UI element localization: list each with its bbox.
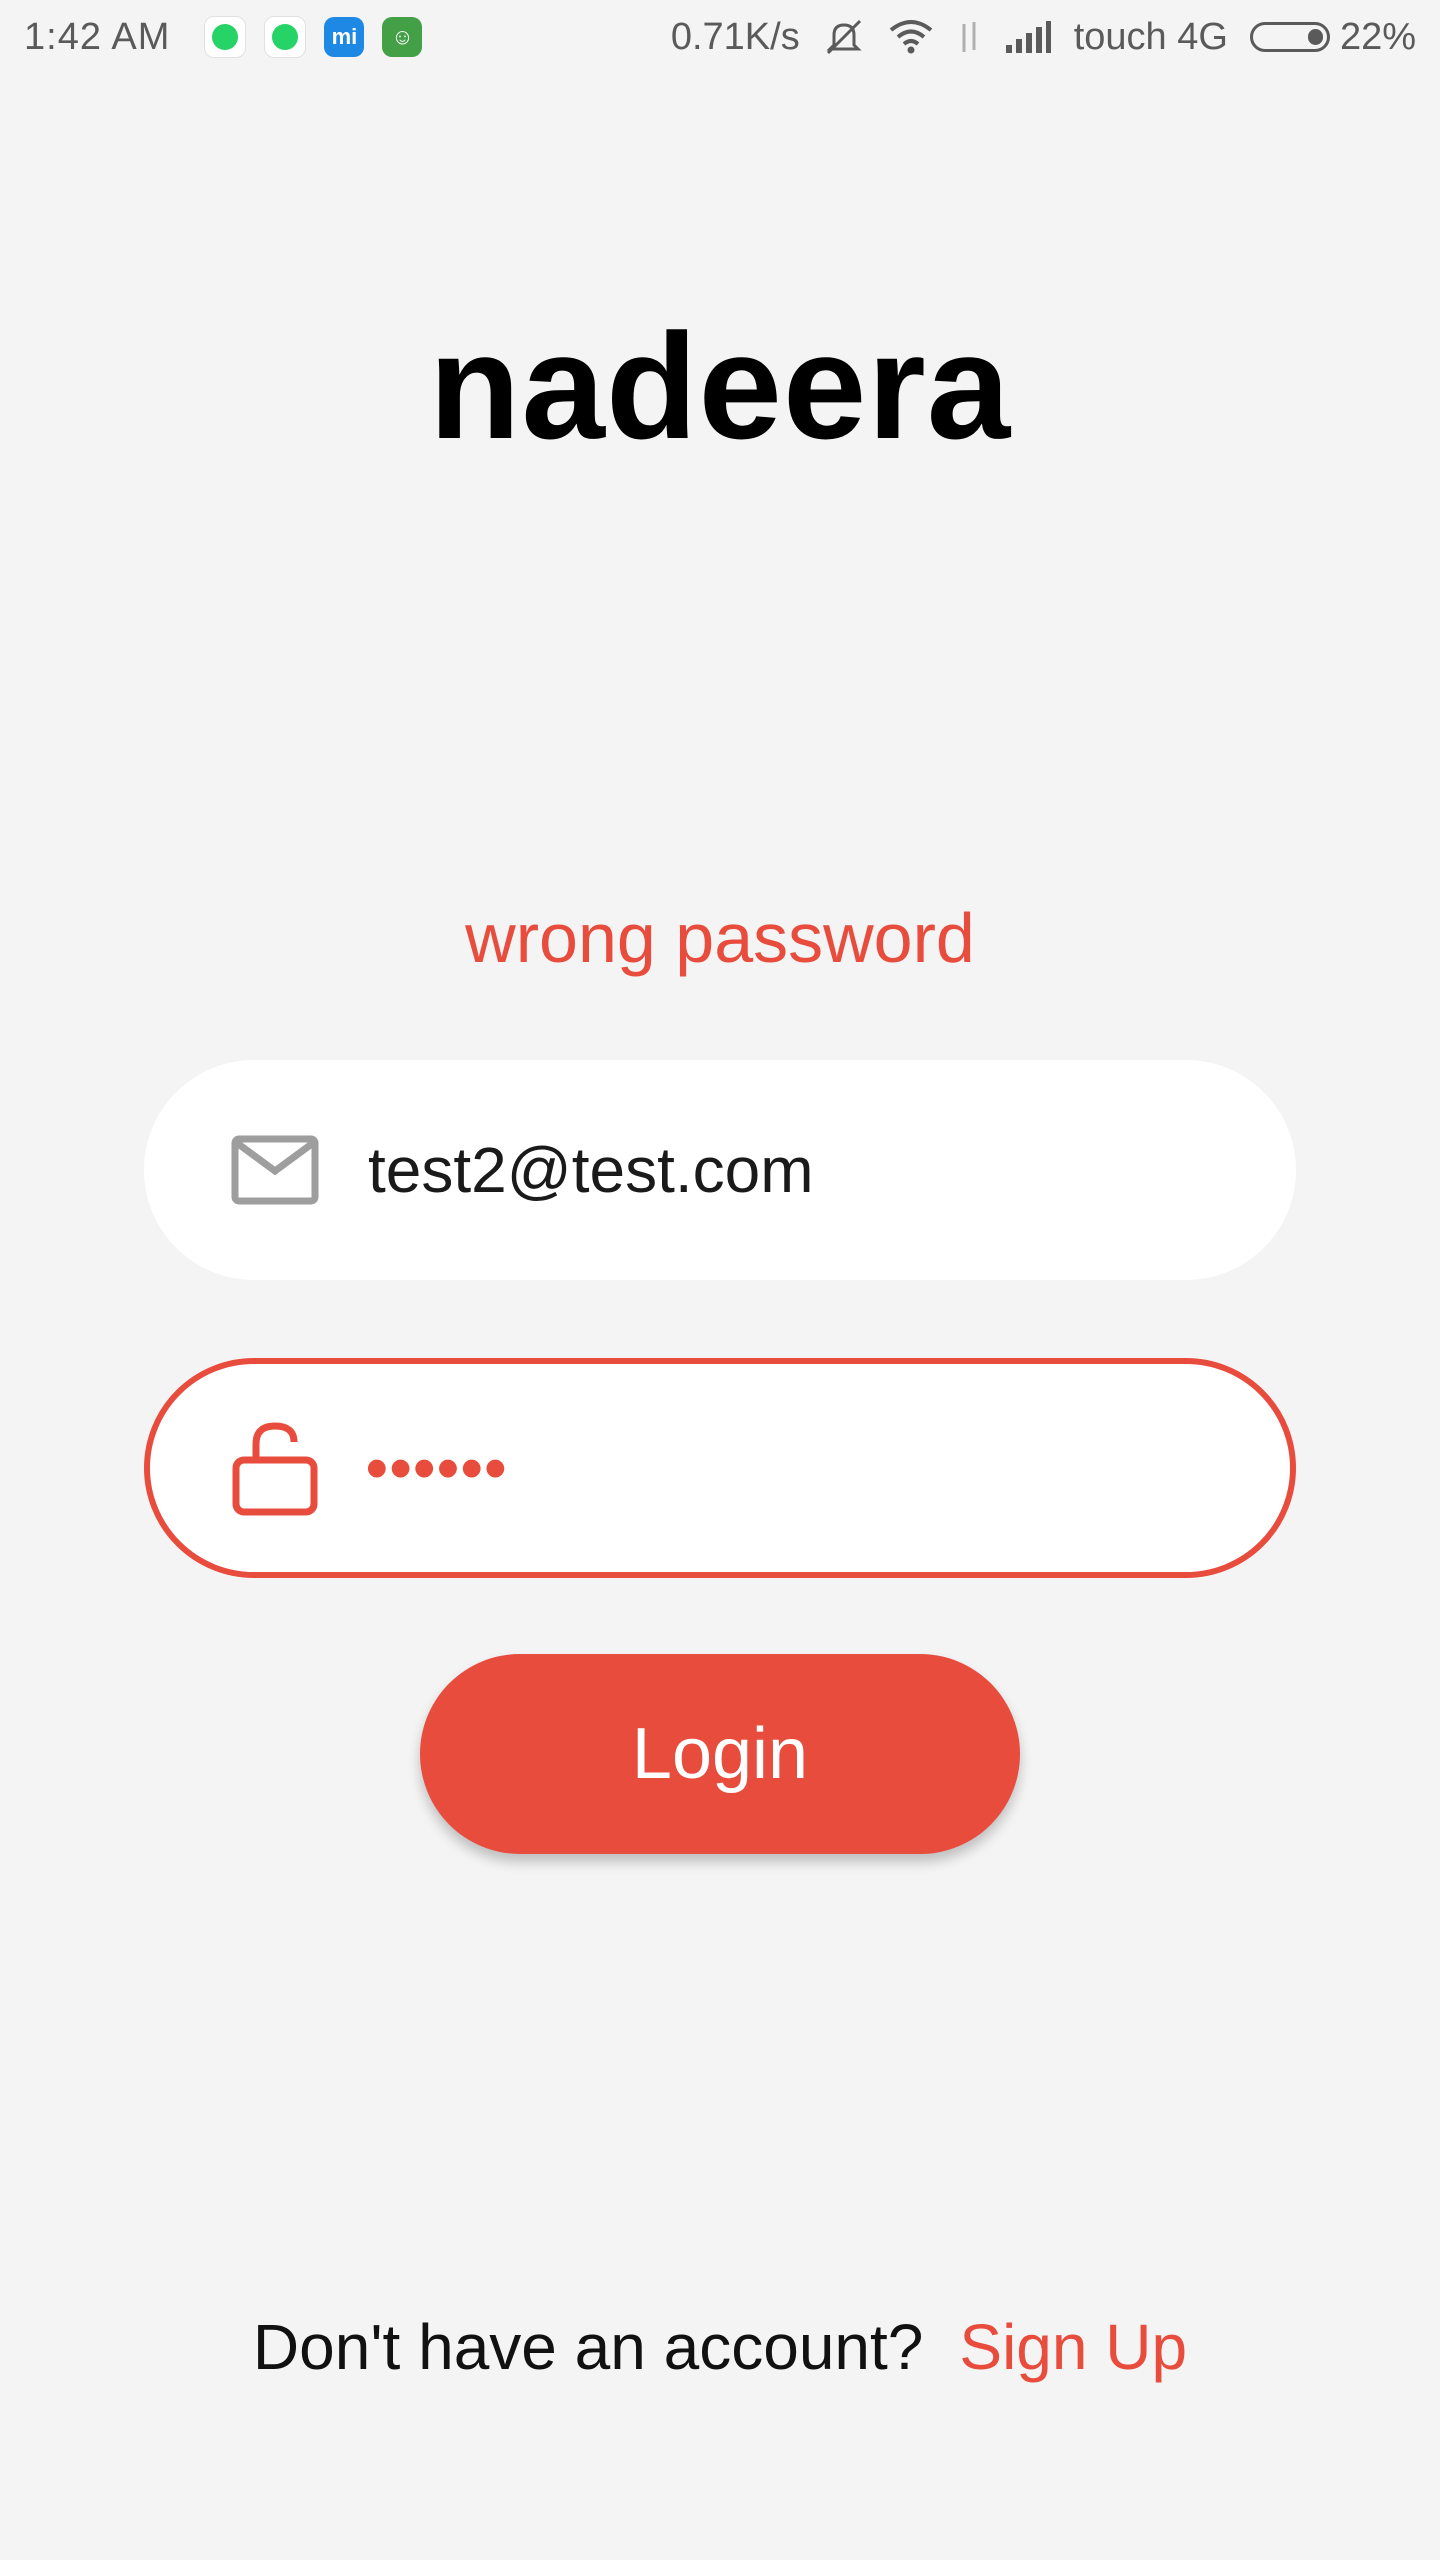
signup-row: Don't have an account? Sign Up <box>0 2310 1440 2384</box>
carrier-label: touch 4G <box>1073 15 1228 58</box>
signup-prompt: Don't have an account? <box>252 2311 924 2383</box>
mute-icon <box>822 17 866 57</box>
battery-icon <box>1249 22 1330 52</box>
whatsapp-icon <box>204 16 247 58</box>
status-bar: 1:42 AM mi ☺ 0.71K/s touch 4G 22% <box>0 0 1440 74</box>
error-message: wrong password <box>465 899 975 977</box>
mail-icon <box>230 1125 320 1215</box>
mi-icon: mi <box>324 17 365 57</box>
status-bar-right: 0.71K/s touch 4G 22% <box>649 16 1416 59</box>
data-arrows-icon <box>956 18 982 56</box>
signal-icon <box>1004 19 1052 55</box>
email-input[interactable] <box>366 1060 1236 1280</box>
app-icon: ☺ <box>382 17 423 57</box>
status-bar-left: 1:42 AM mi ☺ <box>24 16 440 59</box>
app-title: nadeera <box>428 302 1012 470</box>
signup-link[interactable]: Sign Up <box>959 2311 1187 2383</box>
email-field[interactable] <box>144 1060 1296 1280</box>
status-time: 1:42 AM <box>24 15 171 58</box>
wifi-icon <box>888 18 934 56</box>
password-field[interactable]: •••••• <box>144 1358 1296 1578</box>
login-button[interactable]: Login <box>420 1654 1020 1854</box>
battery-indicator: 22% <box>1249 15 1416 59</box>
password-input[interactable]: •••••• <box>366 1364 508 1572</box>
battery-percent: 22% <box>1339 15 1416 58</box>
unlock-icon <box>230 1422 320 1516</box>
network-speed: 0.71K/s <box>670 15 800 58</box>
whatsapp-icon <box>264 16 307 58</box>
